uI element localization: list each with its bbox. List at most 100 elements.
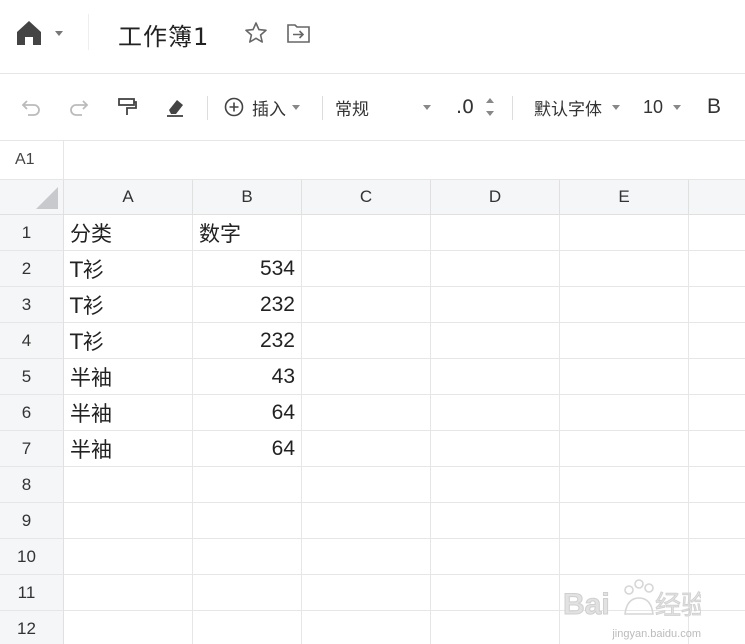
table-cell[interactable] <box>302 611 431 644</box>
table-cell[interactable]: 534 <box>193 251 302 287</box>
table-cell[interactable]: 64 <box>193 395 302 431</box>
table-cell[interactable] <box>193 611 302 644</box>
table-cell[interactable]: 232 <box>193 287 302 323</box>
table-cell[interactable]: 半袖 <box>64 359 193 395</box>
table-cell[interactable] <box>431 467 560 503</box>
table-cell[interactable] <box>560 539 689 575</box>
number-format-select[interactable]: 常规 <box>335 74 431 140</box>
table-cell[interactable] <box>560 251 689 287</box>
table-cell[interactable]: 分类 <box>64 215 193 251</box>
font-size-select[interactable]: 10 <box>643 74 682 140</box>
table-cell[interactable] <box>689 323 745 359</box>
eraser-icon[interactable] <box>164 74 186 140</box>
table-cell[interactable] <box>689 359 745 395</box>
table-cell[interactable] <box>689 215 745 251</box>
table-cell[interactable] <box>302 503 431 539</box>
table-cell[interactable] <box>560 395 689 431</box>
table-cell[interactable] <box>302 395 431 431</box>
table-cell[interactable]: 64 <box>193 431 302 467</box>
table-cell[interactable]: 43 <box>193 359 302 395</box>
table-cell[interactable] <box>64 539 193 575</box>
table-cell[interactable] <box>302 467 431 503</box>
table-cell[interactable] <box>431 395 560 431</box>
table-cell[interactable] <box>302 431 431 467</box>
decimal-places-control[interactable]: .0 <box>456 74 496 140</box>
table-cell[interactable]: 半袖 <box>64 431 193 467</box>
column-header-b[interactable]: B <box>193 180 302 215</box>
table-cell[interactable] <box>64 503 193 539</box>
home-icon[interactable] <box>14 18 44 48</box>
table-cell[interactable]: T衫 <box>64 287 193 323</box>
table-cell[interactable] <box>560 431 689 467</box>
table-cell[interactable] <box>302 575 431 611</box>
table-cell[interactable] <box>689 431 745 467</box>
cell-reference-box[interactable]: A1 <box>0 141 64 179</box>
row-header[interactable]: 11 <box>0 575 64 611</box>
table-cell[interactable] <box>689 503 745 539</box>
row-header[interactable]: 1 <box>0 215 64 251</box>
row-header[interactable]: 3 <box>0 287 64 323</box>
row-header[interactable]: 4 <box>0 323 64 359</box>
row-header[interactable]: 7 <box>0 431 64 467</box>
row-header[interactable]: 5 <box>0 359 64 395</box>
table-cell[interactable] <box>689 467 745 503</box>
table-cell[interactable]: 232 <box>193 323 302 359</box>
table-cell[interactable] <box>302 323 431 359</box>
table-cell[interactable]: 半袖 <box>64 395 193 431</box>
column-header-c[interactable]: C <box>302 180 431 215</box>
redo-icon[interactable] <box>68 74 90 140</box>
table-cell[interactable] <box>689 287 745 323</box>
table-cell[interactable] <box>431 539 560 575</box>
column-header[interactable] <box>689 180 745 215</box>
table-cell[interactable] <box>302 539 431 575</box>
table-cell[interactable] <box>431 359 560 395</box>
table-cell[interactable] <box>64 467 193 503</box>
row-header[interactable]: 6 <box>0 395 64 431</box>
row-header[interactable]: 10 <box>0 539 64 575</box>
move-to-folder-icon[interactable] <box>286 22 311 44</box>
stepper-arrows-icon[interactable] <box>484 94 496 120</box>
chevron-down-icon[interactable] <box>53 26 65 38</box>
table-cell[interactable] <box>689 251 745 287</box>
insert-menu[interactable]: 插入 <box>224 74 300 140</box>
row-header[interactable]: 2 <box>0 251 64 287</box>
table-cell[interactable] <box>302 251 431 287</box>
column-header-e[interactable]: E <box>560 180 689 215</box>
table-cell[interactable] <box>560 323 689 359</box>
table-cell[interactable] <box>193 467 302 503</box>
column-header-a[interactable]: A <box>64 180 193 215</box>
table-cell[interactable]: T衫 <box>64 323 193 359</box>
table-cell[interactable] <box>302 215 431 251</box>
font-family-select[interactable]: 默认字体 <box>534 74 620 140</box>
table-cell[interactable] <box>431 287 560 323</box>
table-cell[interactable] <box>64 575 193 611</box>
table-cell[interactable] <box>560 467 689 503</box>
row-header[interactable]: 8 <box>0 467 64 503</box>
table-cell[interactable] <box>689 539 745 575</box>
undo-icon[interactable] <box>20 74 42 140</box>
table-cell[interactable] <box>560 359 689 395</box>
select-all-corner[interactable] <box>0 180 64 215</box>
table-cell[interactable] <box>64 611 193 644</box>
table-cell[interactable] <box>560 215 689 251</box>
table-cell[interactable]: 数字 <box>193 215 302 251</box>
table-cell[interactable] <box>431 503 560 539</box>
table-cell[interactable] <box>193 503 302 539</box>
format-painter-icon[interactable] <box>116 74 138 140</box>
table-cell[interactable]: T衫 <box>64 251 193 287</box>
column-header-d[interactable]: D <box>431 180 560 215</box>
table-cell[interactable] <box>193 575 302 611</box>
table-cell[interactable] <box>302 287 431 323</box>
table-cell[interactable] <box>302 359 431 395</box>
table-cell[interactable] <box>431 431 560 467</box>
table-cell[interactable] <box>431 323 560 359</box>
row-header[interactable]: 9 <box>0 503 64 539</box>
row-header[interactable]: 12 <box>0 611 64 644</box>
table-cell[interactable] <box>431 215 560 251</box>
document-title[interactable]: 工作簿1 <box>118 17 209 52</box>
table-cell[interactable] <box>431 575 560 611</box>
table-cell[interactable] <box>431 251 560 287</box>
star-icon[interactable] <box>244 21 268 45</box>
table-cell[interactable] <box>431 611 560 644</box>
table-cell[interactable] <box>689 395 745 431</box>
